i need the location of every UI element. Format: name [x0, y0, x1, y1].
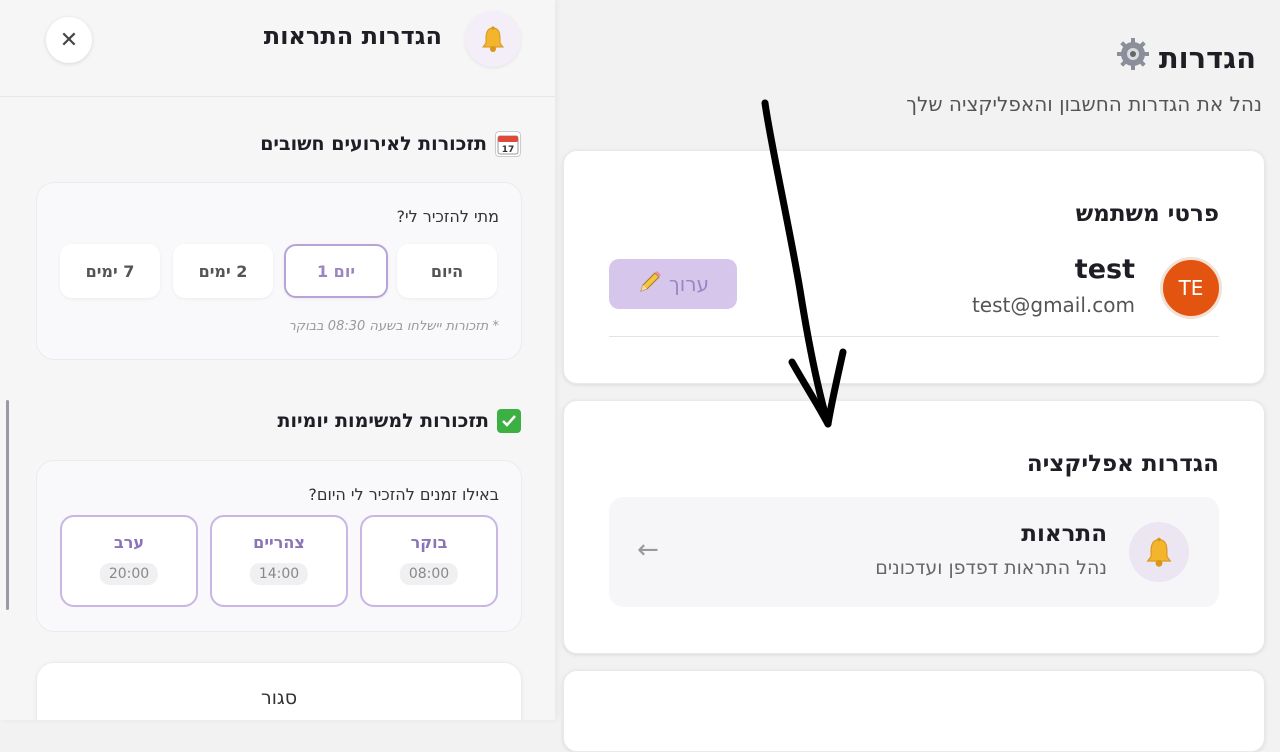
app-card-heading: הגדרות אפליקציה — [1026, 451, 1219, 477]
events-section-title: 17 תזכורות לאירועים חשובים — [260, 131, 521, 157]
tasks-reminder-card: באילו זמנים להזכיר לי היום? בוקר 08:00 צ… — [36, 460, 522, 632]
option-1-day[interactable]: יום 1 — [284, 244, 388, 298]
time-option-morning[interactable]: בוקר 08:00 — [360, 515, 498, 607]
arrow-left-icon: ← — [637, 535, 659, 565]
reminder-note: * תזכורות יישלחו בשעה 08:30 בבוקר — [288, 319, 499, 334]
pencil-icon — [637, 269, 663, 300]
time-option-value: 14:00 — [249, 563, 309, 585]
user-name: test — [1074, 254, 1135, 285]
avatar: TE — [1160, 257, 1222, 319]
modal-header: ✕ הגדרות התראות — [0, 0, 555, 97]
settings-card-partial — [563, 670, 1265, 752]
page-subtitle: נהל את הגדרות החשבון והאפליקציה שלך — [906, 92, 1262, 116]
option-7-days[interactable]: 7 ימים — [60, 244, 160, 298]
time-option-noon[interactable]: צהריים 14:00 — [210, 515, 348, 607]
close-button[interactable]: ✕ — [46, 17, 92, 63]
user-email: test@gmail.com — [971, 293, 1135, 317]
user-card-heading: פרטי משתמש — [1075, 201, 1219, 227]
check-icon — [497, 409, 521, 433]
notifications-title: התראות — [1021, 521, 1107, 547]
calendar-icon: 17 — [495, 131, 521, 157]
svg-text:17: 17 — [502, 145, 515, 155]
events-question: מתי להזכיר לי? — [396, 207, 499, 226]
close-modal-label: סגור — [260, 687, 298, 709]
close-icon: ✕ — [59, 27, 79, 53]
bell-icon — [1129, 522, 1189, 582]
scrollbar[interactable] — [6, 400, 9, 610]
edit-label: ערוך — [669, 272, 709, 296]
option-2-days[interactable]: 2 ימים — [173, 244, 273, 298]
tasks-section-label: תזכורות למשימות יומיות — [277, 410, 490, 432]
app-settings-card: הגדרות אפליקציה התראות נהל התראות דפדפן … — [563, 400, 1265, 654]
option-today[interactable]: היום — [397, 244, 497, 298]
time-option-label: בוקר — [410, 533, 448, 552]
close-modal-button[interactable]: סגור — [36, 662, 522, 720]
bell-icon — [465, 11, 521, 67]
gear-icon — [1115, 36, 1151, 79]
user-details-card: פרטי משתמש ערוך — [563, 150, 1265, 384]
time-option-label: צהריים — [253, 533, 305, 552]
tasks-section-title: תזכורות למשימות יומיות — [277, 409, 521, 433]
time-option-value: 20:00 — [99, 563, 159, 585]
time-option-value: 08:00 — [399, 563, 459, 585]
edit-button[interactable]: ערוך — [609, 259, 737, 309]
page-title-label: הגדרות — [1158, 40, 1256, 75]
notifications-subtitle: נהל התראות דפדפן ועדכונים — [875, 557, 1107, 579]
events-section-label: תזכורות לאירועים חשובים — [260, 133, 487, 155]
events-reminder-card: מתי להזכיר לי? היום יום 1 2 ימים 7 ימים … — [36, 182, 522, 360]
time-option-evening[interactable]: ערב 20:00 — [60, 515, 198, 607]
tasks-question: באילו זמנים להזכיר לי היום? — [308, 485, 499, 504]
modal-title: הגדרות התראות — [263, 22, 442, 50]
page-title: הגדרות — [1115, 36, 1256, 79]
divider — [609, 336, 1219, 337]
notification-settings-modal: ✕ הגדרות התראות 17 תזכורות לאירועים חשוב… — [0, 0, 555, 720]
notifications-nav-item[interactable]: התראות נהל התראות דפדפן ועדכונים ← — [609, 497, 1219, 607]
time-option-label: ערב — [113, 533, 145, 552]
